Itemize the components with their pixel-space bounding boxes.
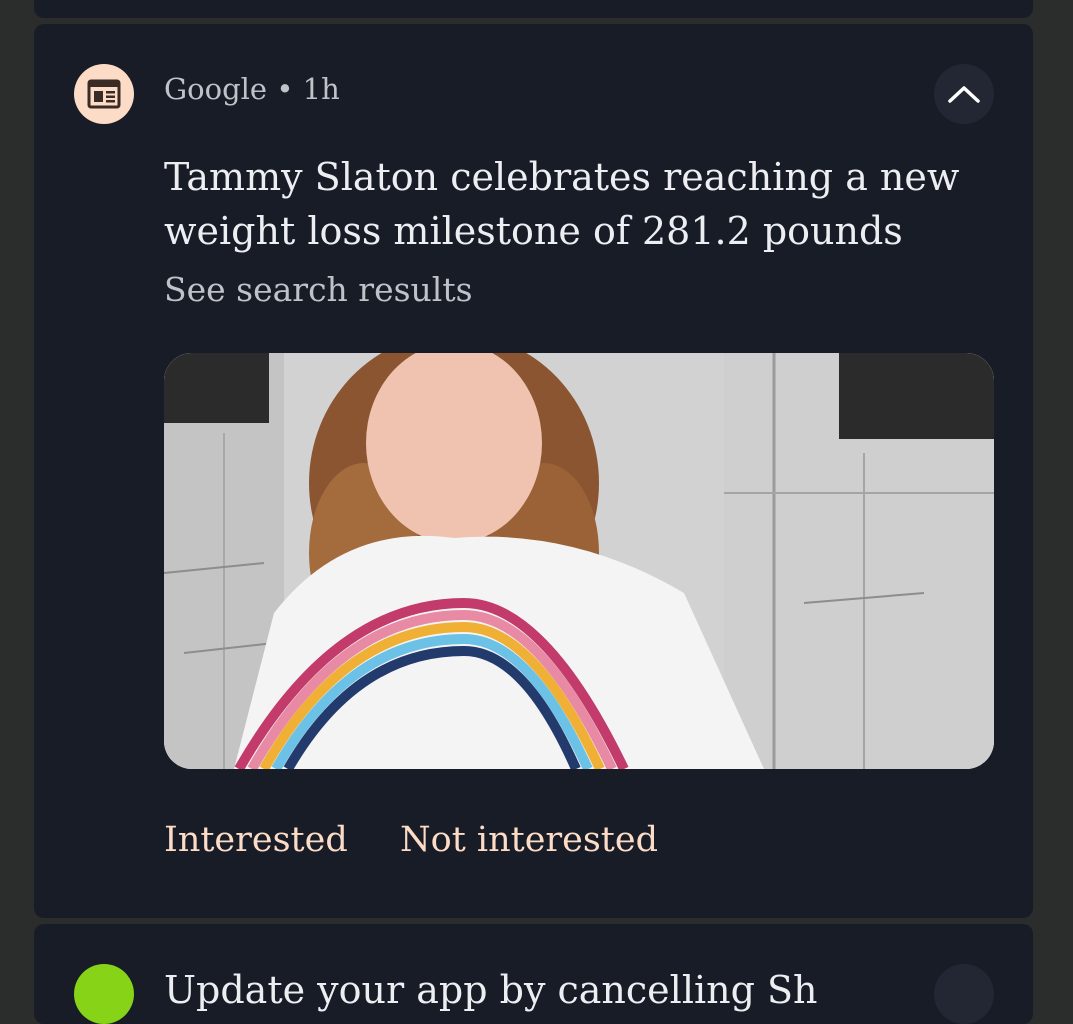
notification-meta: Google • 1h xyxy=(164,72,340,106)
chevron-up-icon xyxy=(948,86,980,103)
article-thumbnail[interactable] xyxy=(164,353,994,769)
meta-separator: • xyxy=(276,72,294,106)
app-icon xyxy=(74,964,134,1024)
next-notification-card[interactable]: Update your app by cancelling Sh xyxy=(34,924,1033,1024)
news-feed-icon xyxy=(74,64,134,124)
app-name: Google xyxy=(164,72,268,106)
notification-time: 1h xyxy=(302,72,340,106)
previous-notification-card[interactable] xyxy=(34,0,1033,18)
next-notification-title: Update your app by cancelling Sh xyxy=(164,968,818,1012)
interested-button[interactable]: Interested xyxy=(164,820,348,860)
notification-headline[interactable]: Tammy Slaton celebrates reaching a new w… xyxy=(164,150,984,258)
collapse-button[interactable] xyxy=(934,964,994,1024)
notification-card[interactable]: Google • 1h Tammy Slaton celebrates reac… xyxy=(34,24,1033,918)
collapse-button[interactable] xyxy=(934,64,994,124)
not-interested-button[interactable]: Not interested xyxy=(400,820,658,860)
see-search-results-link[interactable]: See search results xyxy=(164,270,473,309)
